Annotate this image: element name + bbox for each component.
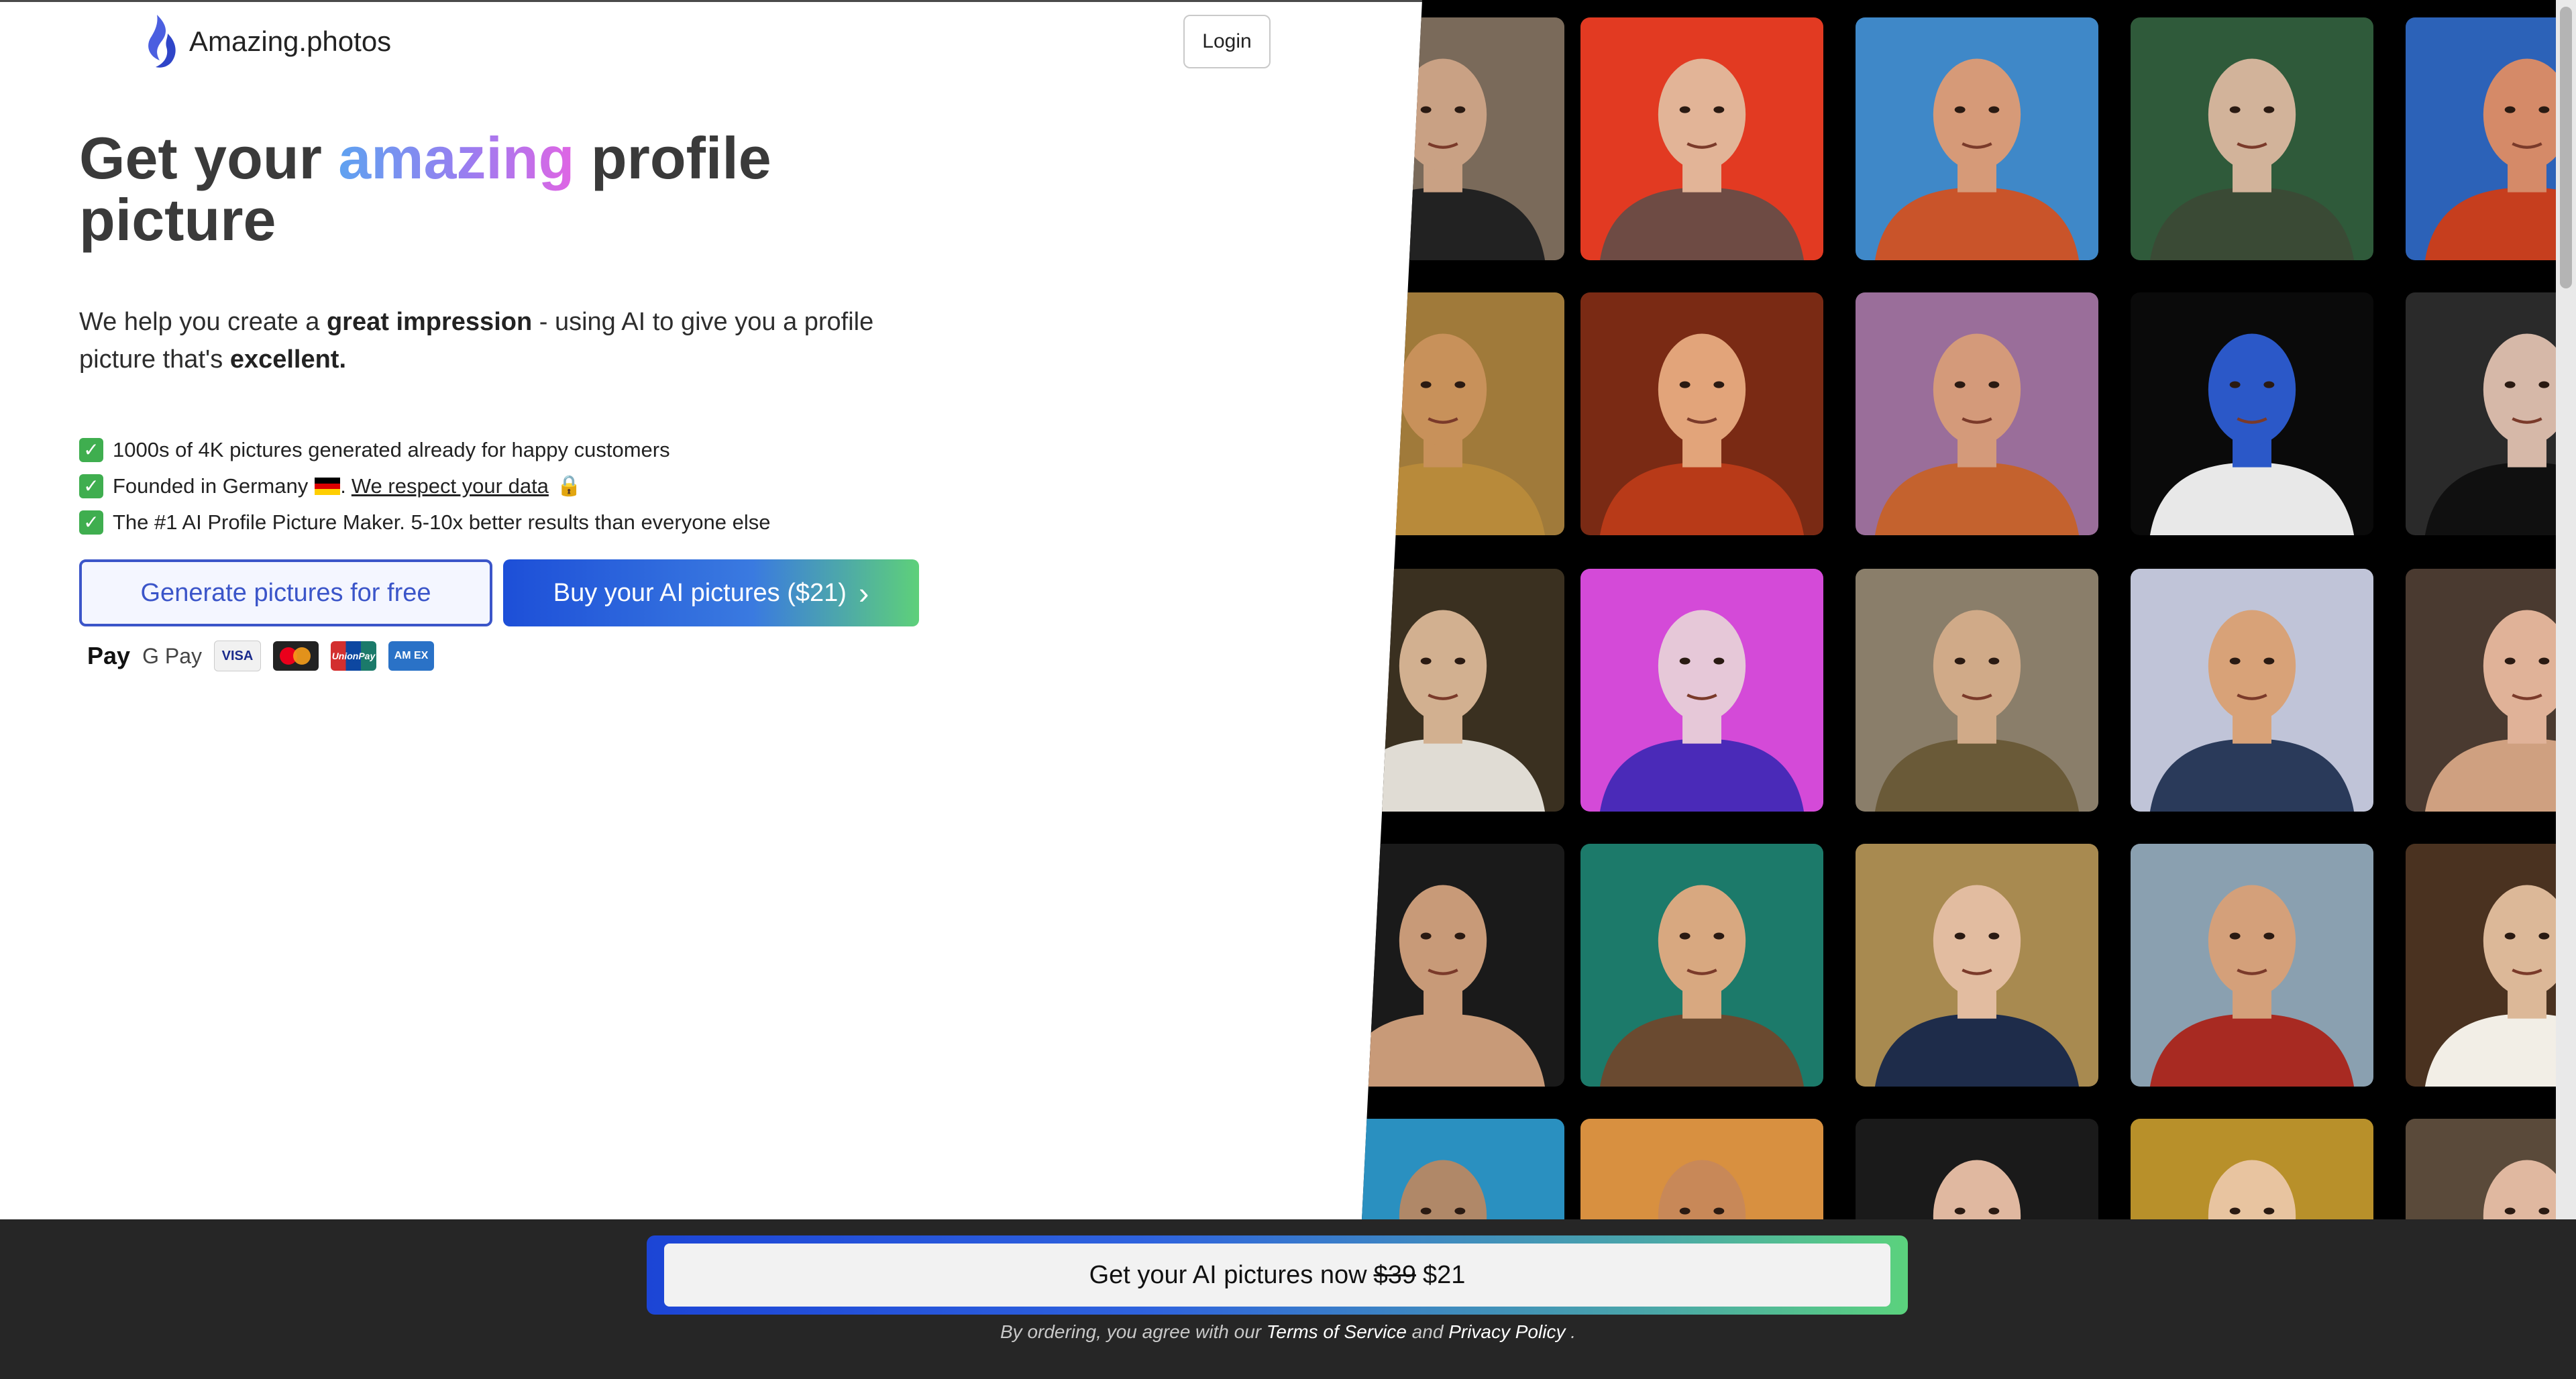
- portrait-gallery: [1362, 0, 2556, 1219]
- feature-item: ✓ The #1 AI Profile Picture Maker. 5-10x…: [79, 504, 951, 541]
- old-price: $39: [1373, 1260, 1416, 1289]
- amex-icon: AM EX: [388, 641, 434, 671]
- page-title: Get your amazing profile picture: [79, 127, 884, 251]
- bottom-cta-bar: Get your AI pictures now $39 $21 By orde…: [0, 1219, 2576, 1379]
- portrait-tile: [1580, 1119, 1823, 1219]
- chevron-right-icon: ›: [858, 575, 869, 610]
- check-icon: ✓: [79, 438, 103, 462]
- legal-suffix: .: [1565, 1321, 1576, 1342]
- google-pay-icon: G Pay: [142, 643, 202, 668]
- unionpay-icon: UnionPay: [330, 641, 376, 671]
- subtitle-bold-2: excellent.: [229, 345, 347, 374]
- privacy-policy-link[interactable]: Privacy Policy: [1448, 1321, 1565, 1342]
- feature-separator: .: [340, 474, 346, 498]
- portrait-tile: [2131, 569, 2373, 812]
- portrait-tile: [1856, 844, 2098, 1087]
- portrait-tile: [1580, 292, 1823, 535]
- title-prefix: Get your: [79, 125, 339, 191]
- portrait-tile: [1362, 292, 1564, 535]
- portrait-tile: [1362, 17, 1564, 260]
- generate-free-button[interactable]: Generate pictures for free: [79, 559, 492, 626]
- cta-frame: Get your AI pictures now $39 $21: [647, 1235, 1908, 1315]
- subtitle-bold-1: great impression: [326, 308, 533, 336]
- feature-list: ✓ 1000s of 4K pictures generated already…: [79, 432, 951, 541]
- respect-data-link[interactable]: We respect your data: [352, 468, 549, 504]
- check-icon: ✓: [79, 474, 103, 498]
- portrait-tile: [1580, 17, 1823, 260]
- feature-text: The #1 AI Profile Picture Maker. 5-10x b…: [113, 510, 771, 534]
- germany-flag-icon: [315, 478, 341, 495]
- feature-item: ✓ Founded in Germany . We respect your d…: [79, 468, 951, 504]
- page-scrollbar[interactable]: [2556, 0, 2576, 1219]
- portrait-tile: [1856, 1119, 2098, 1219]
- legal-and: and: [1406, 1321, 1449, 1342]
- legal-notice: By ordering, you agree with our Terms of…: [0, 1321, 2576, 1343]
- portrait-tile: [1362, 569, 1564, 812]
- portrait-tile: [2131, 17, 2373, 260]
- hero-subtitle: We help you create a great impression - …: [79, 303, 924, 378]
- portrait-tile: [1580, 844, 1823, 1087]
- portrait-tile: [1856, 17, 2098, 260]
- terms-of-service-link[interactable]: Terms of Service: [1267, 1321, 1407, 1342]
- feature-text: 1000s of 4K pictures generated already f…: [113, 438, 670, 461]
- visa-icon: VISA: [213, 641, 261, 671]
- buy-label: Buy your AI pictures ($21): [553, 578, 847, 607]
- title-highlight: amazing: [338, 125, 575, 191]
- payment-methods: Pay G Pay VISA UnionPay AM EX: [87, 640, 434, 672]
- portrait-tile: [2406, 292, 2556, 535]
- feature-text: Founded in Germany: [113, 474, 309, 498]
- mastercard-icon: [272, 641, 319, 671]
- brand-name[interactable]: Amazing.photos: [189, 25, 391, 58]
- portrait-tile: [1856, 292, 2098, 535]
- portrait-tile: [2406, 1119, 2556, 1219]
- portrait-tile: [1856, 569, 2098, 812]
- feature-item: ✓ 1000s of 4K pictures generated already…: [79, 432, 951, 468]
- check-icon: ✓: [79, 510, 103, 535]
- portrait-tile: [2406, 17, 2556, 260]
- buy-pictures-button[interactable]: Buy your AI pictures ($21) ›: [503, 559, 919, 626]
- subtitle-text-1: We help you create a: [79, 308, 327, 336]
- portrait-tile: [1362, 844, 1564, 1087]
- apple-pay-icon: Pay: [87, 642, 131, 669]
- portrait-tile: [2131, 844, 2373, 1087]
- portrait-tile: [1362, 1119, 1564, 1219]
- new-price: $21: [1422, 1260, 1466, 1289]
- login-button[interactable]: Login: [1183, 15, 1271, 68]
- brand-logo-icon[interactable]: [142, 13, 180, 70]
- portrait-tile: [1580, 569, 1823, 812]
- portrait-tile: [2406, 569, 2556, 812]
- portrait-tile: [2131, 1119, 2373, 1219]
- portrait-tile: [2406, 844, 2556, 1087]
- lock-icon: 🔒: [556, 475, 582, 497]
- legal-prefix: By ordering, you agree with our: [1000, 1321, 1267, 1342]
- scrollbar-thumb[interactable]: [2560, 7, 2572, 288]
- cta-label: Get your AI pictures now: [1089, 1260, 1367, 1289]
- portrait-tile: [2131, 292, 2373, 535]
- get-pictures-now-button[interactable]: Get your AI pictures now $39 $21: [664, 1244, 1890, 1307]
